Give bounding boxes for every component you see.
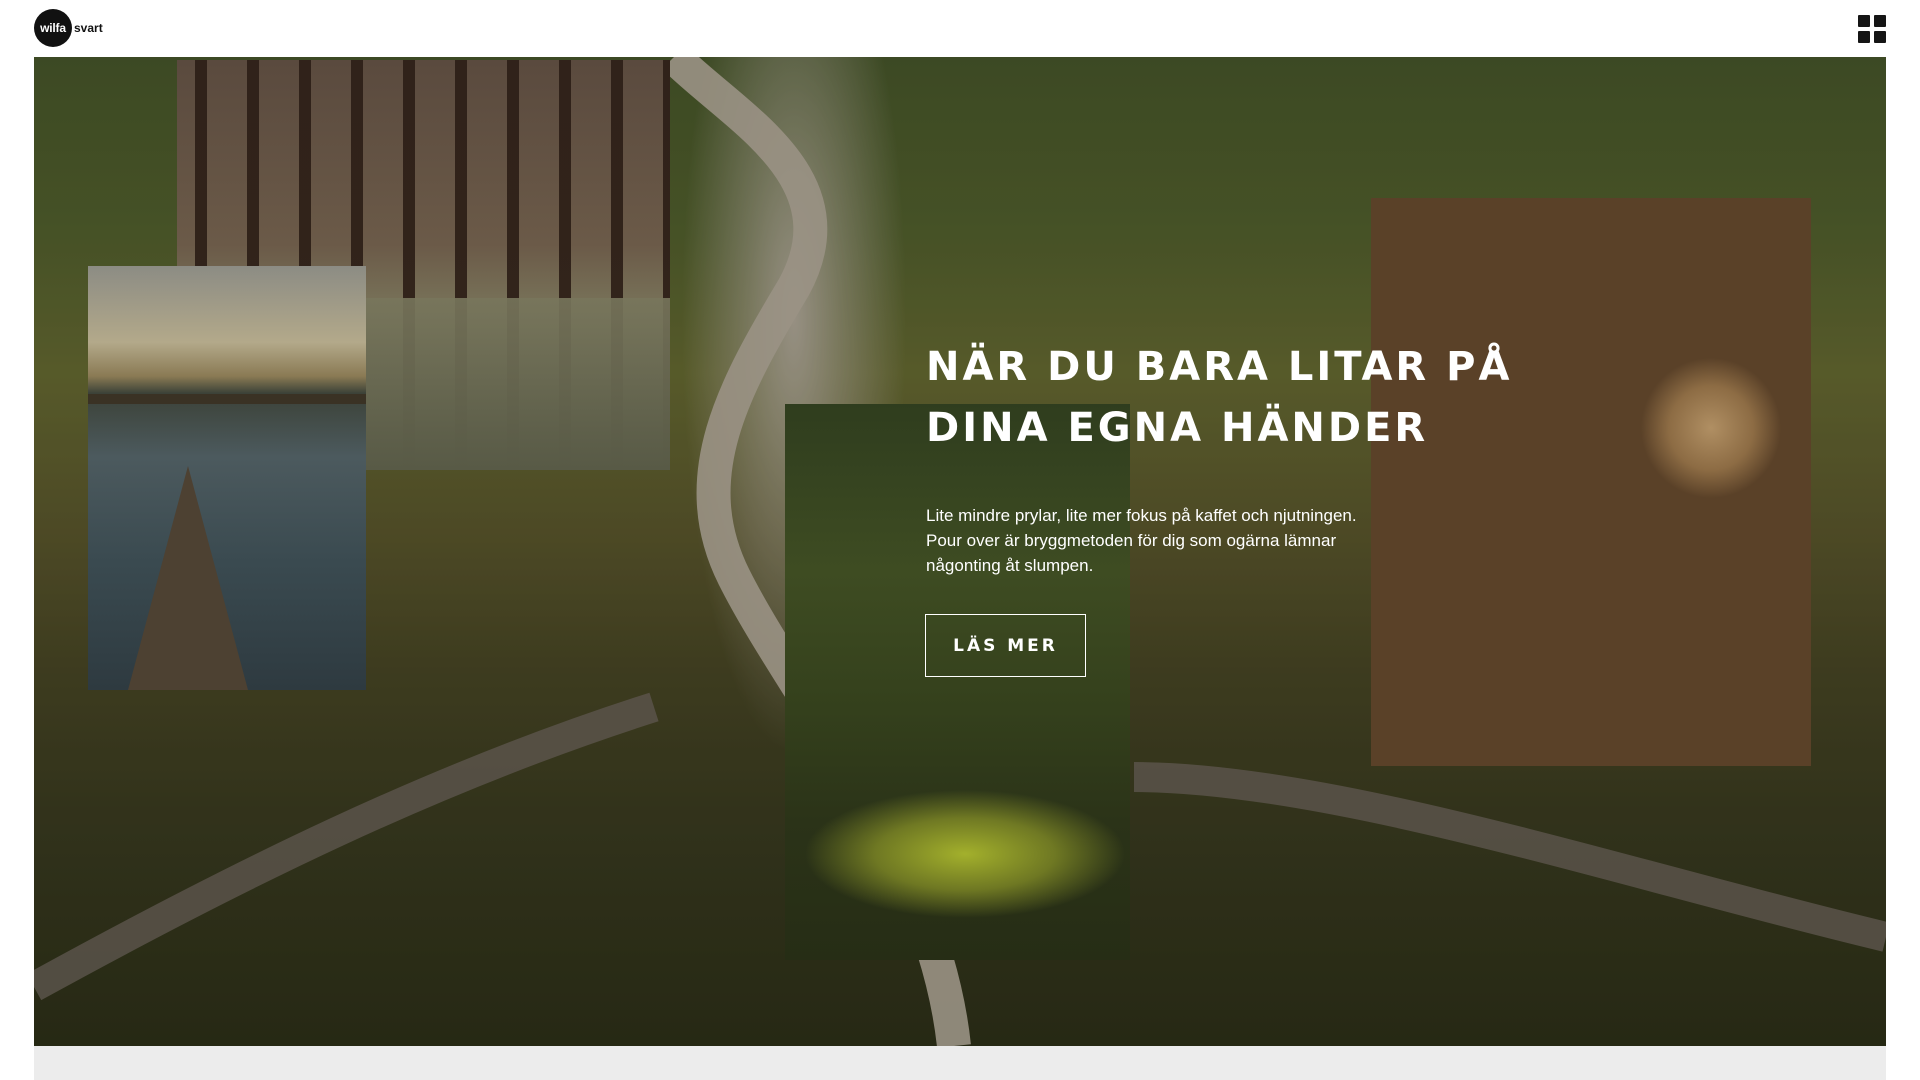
logo-circle: wilfa [34, 9, 72, 47]
bottom-strip [34, 1046, 1886, 1080]
moss-forest-photo [785, 404, 1130, 960]
logo-subtext: svart [74, 21, 103, 35]
site-header: wilfa svart [0, 0, 1920, 57]
hero-title: NÄR DU BARA LITAR PÅ DINA EGNA HÄNDER [926, 344, 1513, 451]
lake-horizon [88, 394, 366, 404]
menu-square [1874, 31, 1886, 43]
brand-logo[interactable]: wilfa svart [34, 9, 103, 47]
firewood-logs-photo [1371, 198, 1811, 766]
menu-square [1874, 15, 1886, 27]
hero-description: Lite mindre prylar, lite mer fokus på ka… [926, 506, 1357, 575]
logo-text: wilfa [40, 21, 66, 35]
grid-menu-icon[interactable] [1858, 15, 1886, 43]
dock-shape [128, 466, 248, 690]
menu-square [1858, 15, 1870, 27]
lake-dock-photo [88, 266, 366, 690]
read-more-button[interactable]: LÄS MER [925, 614, 1086, 677]
menu-square [1858, 31, 1870, 43]
